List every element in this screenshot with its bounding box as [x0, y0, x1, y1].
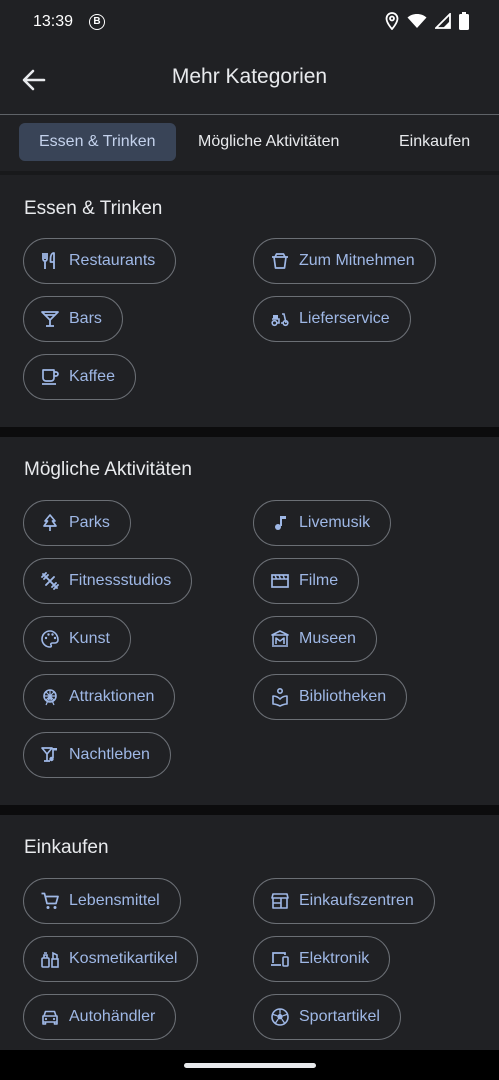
palette-icon	[40, 629, 60, 649]
chip-autohaendler[interactable]: Autohändler	[23, 994, 177, 1040]
gesture-handle[interactable]	[184, 1063, 316, 1068]
chip-label: Kunst	[69, 630, 110, 647]
chip-label: Lieferservice	[299, 310, 390, 327]
status-time: 13:39	[33, 13, 74, 30]
section-divider	[0, 427, 499, 437]
chip-lieferservice[interactable]: Lieferservice	[253, 296, 411, 342]
cosmetics-icon	[40, 949, 60, 969]
chip-bars[interactable]: Bars	[23, 296, 123, 342]
chip-label: Parks	[69, 514, 110, 531]
chip-nachtleben[interactable]: Nachtleben	[23, 732, 171, 778]
tab-einkaufen[interactable]: Einkaufen	[379, 123, 490, 161]
chip-label: Museen	[299, 630, 356, 647]
chip-label: Nachtleben	[69, 746, 150, 763]
scooter-icon	[270, 309, 290, 329]
status-bar: 13:39 B	[0, 0, 499, 44]
fork-knife-icon	[40, 251, 60, 271]
chip-label: Einkaufszentren	[299, 892, 414, 909]
tab-moegliche-aktivitaeten[interactable]: Mögliche Aktivitäten	[178, 123, 359, 161]
section-title: Mögliche Aktivitäten	[24, 459, 192, 480]
section-moegliche-aktivitaeten: Mögliche Aktivitäten Parks Livemusik Fit…	[0, 437, 499, 805]
chip-parks[interactable]: Parks	[23, 500, 131, 546]
movie-icon	[270, 571, 290, 591]
section-essen-trinken: Essen & Trinken Restaurants Zum Mitnehme…	[0, 175, 499, 427]
chip-label: Kosmetikartikel	[69, 950, 178, 967]
nightlife-icon	[40, 745, 60, 765]
car-icon	[40, 1007, 60, 1027]
chip-label: Bars	[69, 310, 102, 327]
wifi-icon	[407, 14, 427, 28]
takeout-icon	[270, 251, 290, 271]
chip-filme[interactable]: Filme	[253, 558, 360, 604]
library-icon	[270, 687, 290, 707]
chip-attraktionen[interactable]: Attraktionen	[23, 674, 176, 720]
museum-icon	[270, 629, 290, 649]
section-divider	[0, 805, 499, 815]
chip-zum-mitnehmen[interactable]: Zum Mitnehmen	[253, 238, 436, 284]
chip-label: Fitnessstudios	[69, 572, 172, 589]
chip-fitnessstudios[interactable]: Fitnessstudios	[23, 558, 193, 604]
chip-label: Zum Mitnehmen	[299, 252, 415, 269]
tab-essen-trinken[interactable]: Essen & Trinken	[19, 123, 176, 161]
chip-kaffee[interactable]: Kaffee	[23, 354, 136, 400]
chip-kunst[interactable]: Kunst	[23, 616, 131, 662]
chip-label: Attraktionen	[69, 688, 155, 705]
cocktail-icon	[40, 309, 60, 329]
page-title: Mehr Kategorien	[171, 65, 328, 88]
music-note-icon	[270, 513, 290, 533]
chip-kosmetikartikel[interactable]: Kosmetikartikel	[23, 936, 199, 982]
app-bar: Mehr Kategorien	[0, 44, 499, 115]
section-title: Essen & Trinken	[24, 198, 163, 219]
signal-icon	[435, 13, 451, 29]
chip-sportartikel[interactable]: Sportartikel	[253, 994, 401, 1040]
battery-icon	[459, 12, 469, 30]
chip-label: Lebensmittel	[69, 892, 160, 909]
chip-label: Sportartikel	[299, 1008, 380, 1025]
chip-museen[interactable]: Museen	[253, 616, 377, 662]
chip-livemusik[interactable]: Livemusik	[253, 500, 392, 546]
chip-label: Restaurants	[69, 252, 156, 269]
chip-label: Elektronik	[299, 950, 370, 967]
chip-label: Autohändler	[69, 1008, 156, 1025]
section-einkaufen: Einkaufen Lebensmittel Einkaufszentren K…	[0, 815, 499, 1050]
coffee-icon	[40, 367, 60, 387]
store-icon	[270, 891, 290, 911]
chip-elektronik[interactable]: Elektronik	[253, 936, 391, 982]
soccer-ball-icon	[270, 1007, 290, 1027]
devices-icon	[270, 949, 290, 969]
tree-icon	[40, 513, 60, 533]
category-tabs: Essen & Trinken Mögliche Aktivitäten Ein…	[0, 115, 499, 171]
section-title: Einkaufen	[24, 837, 109, 858]
chip-lebensmittel[interactable]: Lebensmittel	[23, 878, 181, 924]
chip-label: Bibliotheken	[299, 688, 387, 705]
dumbbell-icon	[40, 571, 60, 591]
status-icons	[385, 12, 469, 30]
cart-icon	[40, 891, 60, 911]
ferris-wheel-icon	[40, 687, 60, 707]
b-badge-icon: B	[89, 14, 105, 30]
chip-einkaufszentren[interactable]: Einkaufszentren	[253, 878, 435, 924]
chip-restaurants[interactable]: Restaurants	[23, 238, 177, 284]
location-icon	[385, 12, 399, 30]
chip-label: Kaffee	[69, 368, 115, 385]
chip-label: Livemusik	[299, 514, 371, 531]
chip-bibliotheken[interactable]: Bibliotheken	[253, 674, 408, 720]
chip-label: Filme	[299, 572, 339, 589]
